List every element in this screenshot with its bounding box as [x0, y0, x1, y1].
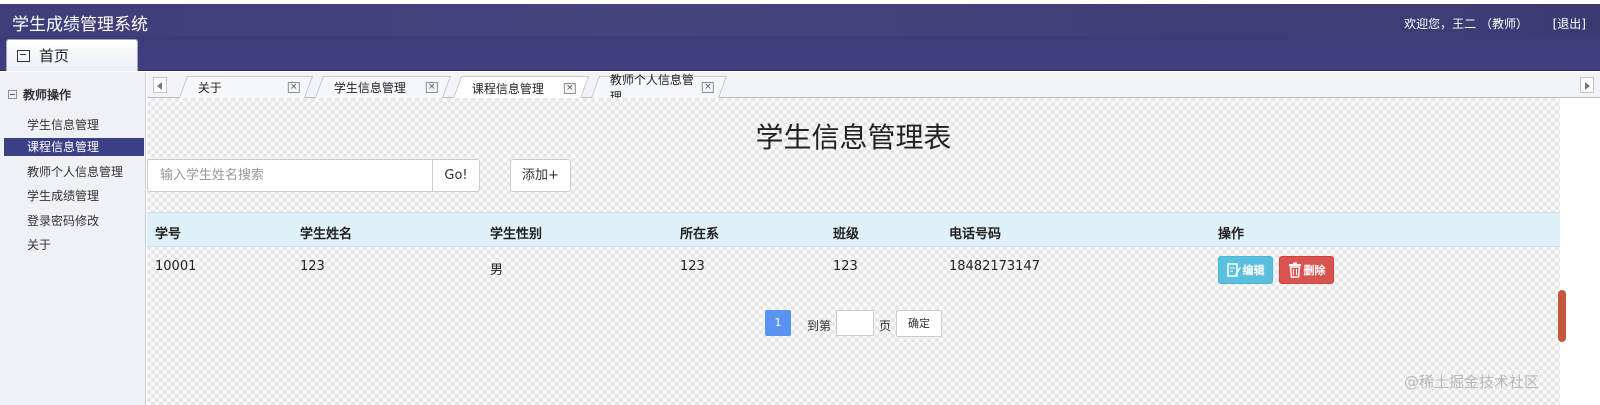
tab-label: 学生信息管理 — [333, 81, 406, 95]
table-header: 学号 学生姓名 学生性别 所在系 班级 电话号码 操作 — [147, 212, 1560, 247]
search-input[interactable] — [147, 159, 433, 192]
trash-icon — [1288, 262, 1301, 278]
table-row: 10001 123 男 123 123 18482173147 — [147, 248, 1560, 286]
tab-student-info[interactable]: 学生信息管理 × — [314, 76, 452, 98]
close-icon[interactable]: × — [702, 82, 714, 93]
sidebar-item-student-info[interactable]: 学生信息管理 — [4, 116, 144, 134]
go-button[interactable]: Go! — [432, 159, 480, 192]
tab-scroll-left-icon[interactable] — [153, 77, 167, 93]
tab-about[interactable]: 关于 × — [178, 76, 314, 98]
content-area: 学生信息管理表 Go! 添加+ 学号 学生姓名 学生性别 所在系 班级 电话号码… — [147, 98, 1560, 405]
scrollbar-thumb[interactable] — [1558, 290, 1566, 342]
edit-button-label: 编辑 — [1242, 264, 1265, 277]
page-unit-label: 页 — [879, 319, 892, 333]
column-header: 班级 — [833, 227, 860, 242]
cell-student-gender: 男 — [490, 263, 504, 278]
tab-course-info[interactable]: 课程信息管理 × — [452, 76, 590, 99]
add-button[interactable]: 添加+ — [510, 159, 571, 192]
cell-phone: 18482173147 — [949, 259, 1040, 274]
edit-icon — [1226, 263, 1241, 277]
watermark: @稀土掘金技术社区 — [1404, 373, 1540, 391]
cell-class: 123 — [833, 259, 858, 274]
tab-label: 关于 — [197, 81, 222, 95]
close-icon[interactable]: × — [425, 82, 438, 93]
top-banner: 学生成绩管理系统 欢迎您，王二 （教师） [退出] — [0, 0, 1600, 36]
close-icon[interactable]: × — [287, 82, 300, 93]
window-icon — [17, 49, 30, 62]
column-header: 学生性别 — [490, 227, 543, 242]
sidebar-group-label: 教师操作 — [23, 88, 72, 102]
goto-page-input[interactable] — [836, 310, 874, 336]
tab-scroll-right-icon[interactable] — [1580, 77, 1594, 93]
goto-page-label: 到第 — [807, 319, 832, 333]
app-title: 学生成绩管理系统 — [12, 15, 148, 35]
confirm-page-button[interactable]: 确定 — [896, 310, 942, 337]
cell-department: 123 — [680, 259, 705, 274]
sidebar-item-teacher-info[interactable]: 教师个人信息管理 — [4, 163, 144, 181]
logout-link[interactable]: [退出] — [1553, 15, 1586, 32]
sidebar-item-course-info[interactable]: 课程信息管理 — [4, 138, 144, 156]
main-nav-bar: 首页 — [0, 36, 1600, 71]
column-header: 操作 — [1218, 227, 1245, 242]
sidebar-item-about[interactable]: 关于 — [4, 236, 144, 254]
collapse-icon[interactable] — [8, 90, 17, 99]
sidebar-group-header[interactable]: 教师操作 — [8, 86, 71, 103]
column-header: 电话号码 — [949, 227, 1002, 242]
tab-label: 课程信息管理 — [471, 81, 544, 96]
right-margin — [1560, 98, 1600, 405]
sidebar-item-grade-manage[interactable]: 学生成绩管理 — [4, 187, 144, 205]
delete-button[interactable]: 删除 — [1279, 256, 1334, 284]
home-tab[interactable]: 首页 — [6, 39, 138, 71]
sidebar: 教师操作 学生信息管理 课程信息管理 教师个人信息管理 学生成绩管理 登录密码修… — [0, 72, 146, 405]
home-tab-label: 首页 — [39, 47, 70, 65]
cell-student-id: 10001 — [155, 259, 197, 274]
close-icon[interactable]: × — [563, 82, 576, 94]
page-number-current[interactable]: 1 — [765, 310, 791, 336]
column-header: 所在系 — [680, 227, 720, 242]
cell-student-name: 123 — [300, 259, 325, 274]
column-header: 学生姓名 — [300, 227, 353, 242]
tab-strip: 关于 × 学生信息管理 × 课程信息管理 × 教师个人信息管理 × — [147, 72, 1600, 104]
page-title: 学生信息管理表 — [755, 121, 952, 154]
delete-button-label: 删除 — [1303, 264, 1326, 277]
edit-button[interactable]: 编辑 — [1218, 256, 1273, 284]
sidebar-item-password[interactable]: 登录密码修改 — [4, 212, 144, 230]
column-header: 学号 — [155, 227, 182, 242]
welcome-text: 欢迎您，王二 （教师） — [1404, 17, 1528, 31]
tab-teacher-info[interactable]: 教师个人信息管理 × — [590, 73, 728, 104]
